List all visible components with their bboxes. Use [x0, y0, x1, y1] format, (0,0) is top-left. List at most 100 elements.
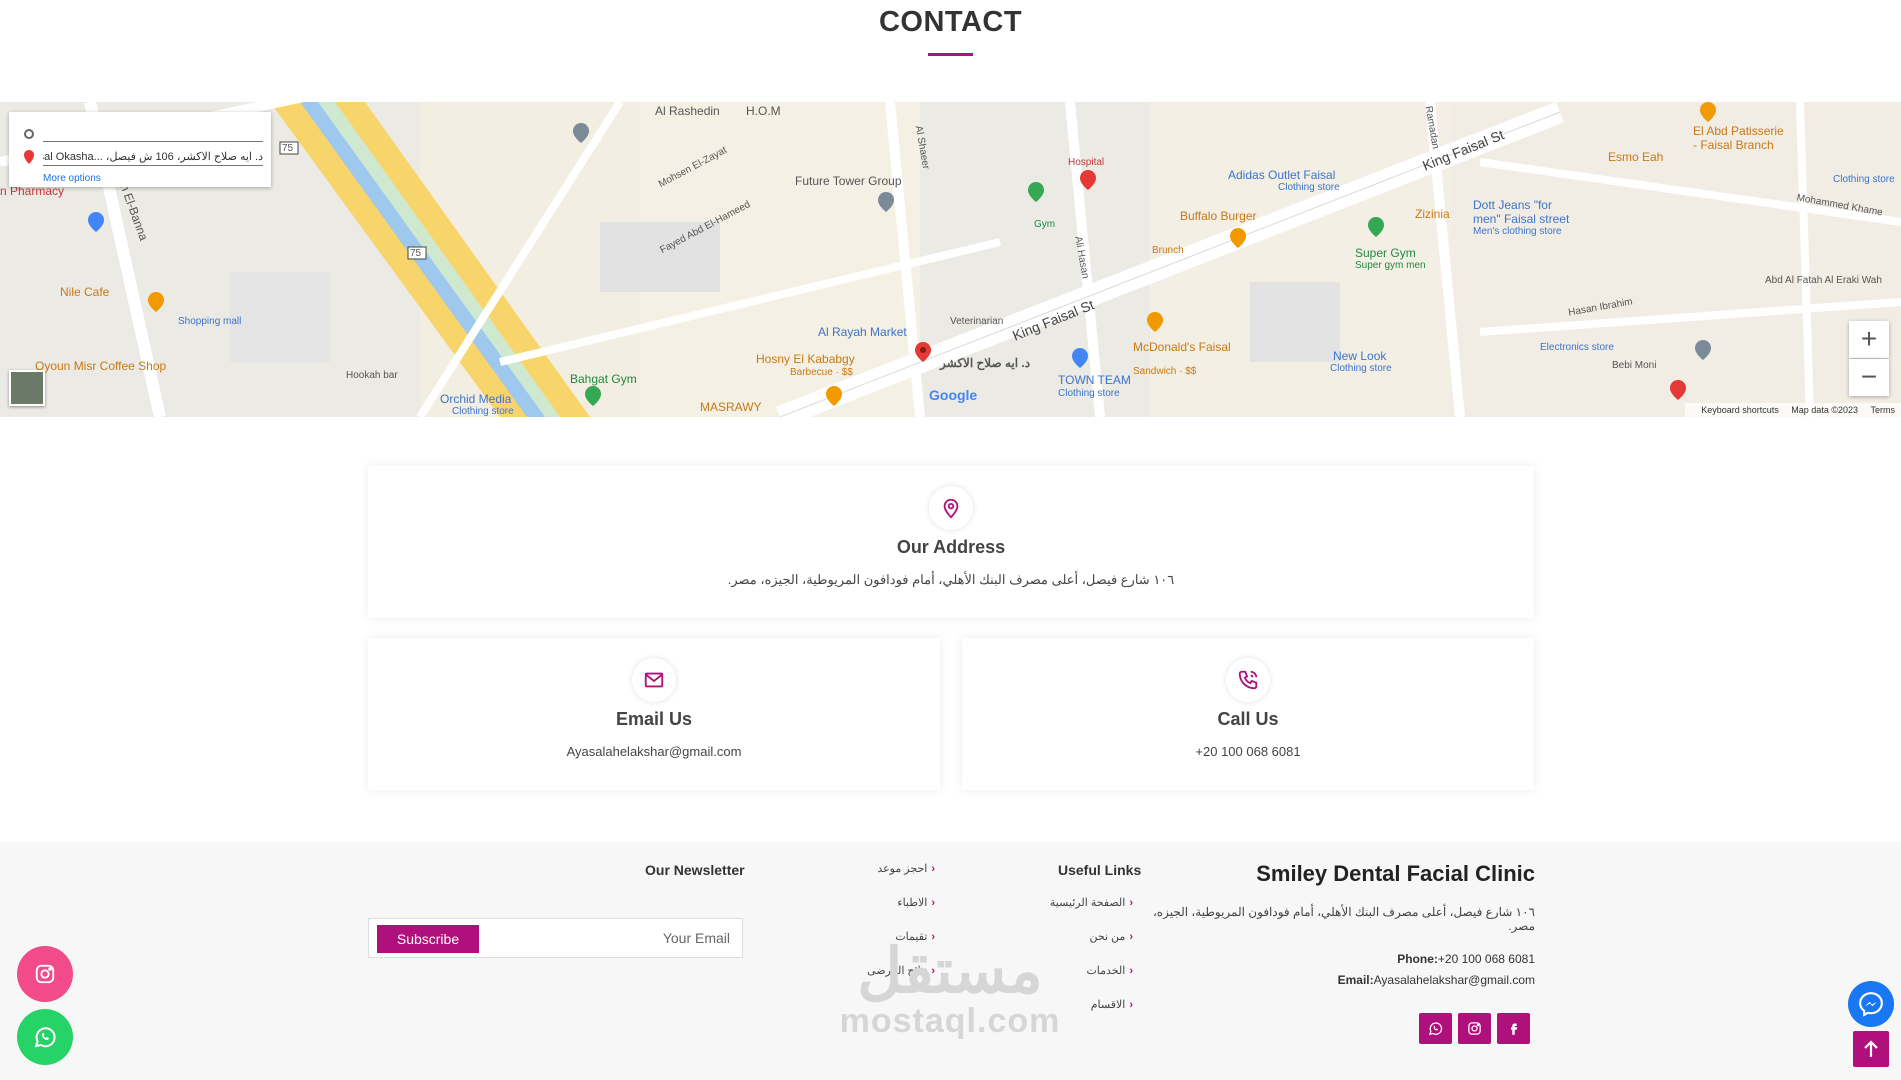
destination-input[interactable]: د. ايه صلاح الاكشر، 106 ش فيصل، ...ysal … — [43, 150, 263, 166]
map-label: Veterinarian — [950, 316, 1004, 327]
useful-links-heading: Useful Links — [1058, 862, 1142, 878]
zoom-out-button[interactable]: − — [1849, 359, 1889, 396]
phone-label: Phone: — [1397, 952, 1438, 966]
back-to-top-button[interactable] — [1853, 1031, 1889, 1067]
poi-pin-icon[interactable] — [1695, 340, 1711, 360]
clinic-marker-icon[interactable] — [915, 342, 931, 362]
poi-pin-icon[interactable] — [1670, 380, 1686, 400]
footer-link[interactable]: ‹من نحن — [1089, 930, 1133, 943]
keyboard-shortcuts-link[interactable]: Keyboard shortcuts — [1701, 405, 1779, 415]
footer-link-label: الصفحة الرئيسية — [1049, 897, 1126, 909]
poi-pin-icon[interactable] — [1230, 228, 1246, 248]
poi-pin-icon[interactable] — [1080, 170, 1096, 190]
origin-input[interactable] — [43, 126, 263, 142]
map-label: Clothing store — [1330, 363, 1392, 374]
newsletter-email-input[interactable]: Your Email — [663, 930, 730, 946]
footer-link-label: من نحن — [1089, 931, 1126, 943]
map-label: Hookah bar — [346, 370, 398, 381]
route-75-shield: 75 — [282, 143, 294, 154]
satellite-layer-button[interactable] — [9, 370, 45, 406]
map-label: El Abd Patisserie — [1693, 124, 1784, 138]
chevron-left-icon: ‹ — [1129, 897, 1133, 909]
whatsapp-icon — [34, 1027, 56, 1048]
whatsapp-float-button[interactable] — [17, 1009, 73, 1065]
poi-pin-icon[interactable] — [1028, 182, 1044, 202]
map-label: Super Gym — [1355, 246, 1416, 260]
map-label: MASRAWY — [700, 400, 762, 414]
whatsapp-social-button[interactable] — [1419, 1013, 1452, 1044]
watermark-english: mostaql.com — [839, 1002, 1061, 1040]
phone-value[interactable]: +20 100 068 6081 — [1438, 952, 1535, 966]
poi-pin-icon[interactable] — [88, 212, 104, 232]
footer-link-label: احجز موعد — [877, 863, 928, 875]
email-title: Email Us — [615, 709, 693, 729]
map-label: men" Faisal street — [1473, 212, 1570, 226]
map-label: Orchid Media — [440, 392, 512, 406]
envelope-icon — [632, 658, 676, 702]
poi-pin-icon[interactable] — [826, 386, 842, 406]
address-title: Our Address — [896, 537, 1006, 557]
whatsapp-icon — [1428, 1022, 1443, 1035]
address-text: ١٠٦ شارع فيصل، أعلى مصرف البنك الأهلي، أ… — [727, 572, 1175, 587]
map-label: H.O.M — [746, 104, 781, 118]
footer-link[interactable]: ‹الاقسام — [1091, 998, 1133, 1011]
poi-pin-icon[interactable] — [573, 123, 589, 143]
poi-pin-icon[interactable] — [1368, 217, 1384, 237]
poi-pin-icon[interactable] — [1147, 312, 1163, 332]
more-options-link[interactable]: More options — [43, 173, 101, 184]
instagram-float-button[interactable] — [17, 946, 73, 1002]
map-label: Barbecue · $$ — [790, 367, 853, 378]
poi-pin-icon[interactable] — [148, 292, 164, 312]
map-label: Hospital — [1068, 157, 1105, 168]
email-card: Email Us Ayasalahelakshar@gmail.com — [368, 638, 940, 790]
footer-phone: Phone:+20 100 068 6081 — [1200, 952, 1535, 966]
facebook-social-button[interactable] — [1497, 1013, 1530, 1044]
footer-link-label: الاقسام — [1090, 999, 1126, 1011]
phone-icon — [1226, 658, 1270, 702]
footer-link[interactable]: ‹احجز موعد — [877, 862, 935, 875]
map-label: Nile Cafe — [60, 285, 110, 299]
poi-pin-icon[interactable] — [585, 386, 601, 406]
destination-pin-icon — [24, 150, 34, 164]
map-attribution: Keyboard shortcuts Map data ©2023 Terms — [1685, 403, 1901, 417]
facebook-icon — [1511, 1023, 1518, 1035]
call-text[interactable]: +20 100 068 6081 — [962, 744, 1534, 759]
map-label: Hosny El Kababgy — [756, 352, 855, 366]
map-label: Al Rayah Market — [818, 325, 907, 339]
map-directions-card[interactable]: د. ايه صلاح الاكشر، 106 ش فيصل، ...ysal … — [9, 112, 271, 187]
chevron-left-icon: ‹ — [1129, 965, 1133, 977]
email-label: Email: — [1337, 973, 1374, 987]
chevron-left-icon: ‹ — [1129, 931, 1133, 943]
footer-link-label: الاطباء — [897, 897, 928, 909]
map-label: McDonald's Faisal — [1133, 340, 1231, 354]
email-value[interactable]: Ayasalahelakshar@gmail.com — [1374, 973, 1535, 987]
footer-link[interactable]: ‹الصفحة الرئيسية — [1050, 896, 1133, 909]
footer-address: ١٠٦ شارع فيصل، أعلى مصرف البنك الأهلي، أ… — [1152, 905, 1535, 933]
subscribe-button[interactable]: Subscribe — [377, 925, 479, 953]
map-label: TOWN TEAM — [1058, 373, 1131, 387]
poi-pin-icon[interactable] — [1072, 348, 1088, 368]
footer-link[interactable]: ‹الاطباء — [897, 896, 935, 909]
map-label: New Look — [1333, 349, 1387, 363]
poi-pin-icon[interactable] — [1700, 102, 1716, 122]
poi-pin-icon[interactable] — [878, 192, 894, 212]
map-label: Adidas Outlet Faisal — [1228, 168, 1336, 182]
terms-link[interactable]: Terms — [1871, 405, 1896, 415]
zoom-in-button[interactable]: + — [1849, 321, 1889, 358]
map-label: Sandwich · $$ — [1133, 366, 1197, 377]
google-map[interactable]: 75 75 H.O.M Al Rashedin Future Tower Gro… — [0, 102, 1901, 417]
page-title: CONTACT — [878, 6, 1023, 38]
footer-link[interactable]: ‹الخدمات — [1086, 964, 1133, 977]
footer: Smiley Dental Facial Clinic ١٠٦ شارع فيص… — [0, 842, 1901, 1080]
instagram-social-button[interactable] — [1458, 1013, 1491, 1044]
email-text[interactable]: Ayasalahelakshar@gmail.com — [368, 744, 940, 759]
map-label: Future Tower Group — [795, 174, 902, 188]
map-label: Electronics store — [1540, 342, 1614, 353]
chevron-left-icon: ‹ — [931, 863, 935, 875]
map-label: Bahgat Gym — [570, 372, 637, 386]
footer-link-label: الخدمات — [1086, 965, 1126, 977]
location-icon — [929, 486, 973, 530]
map-label: Clothing store — [1058, 388, 1120, 399]
messenger-float-button[interactable] — [1848, 981, 1894, 1027]
route-75-shield: 75 — [410, 248, 422, 259]
